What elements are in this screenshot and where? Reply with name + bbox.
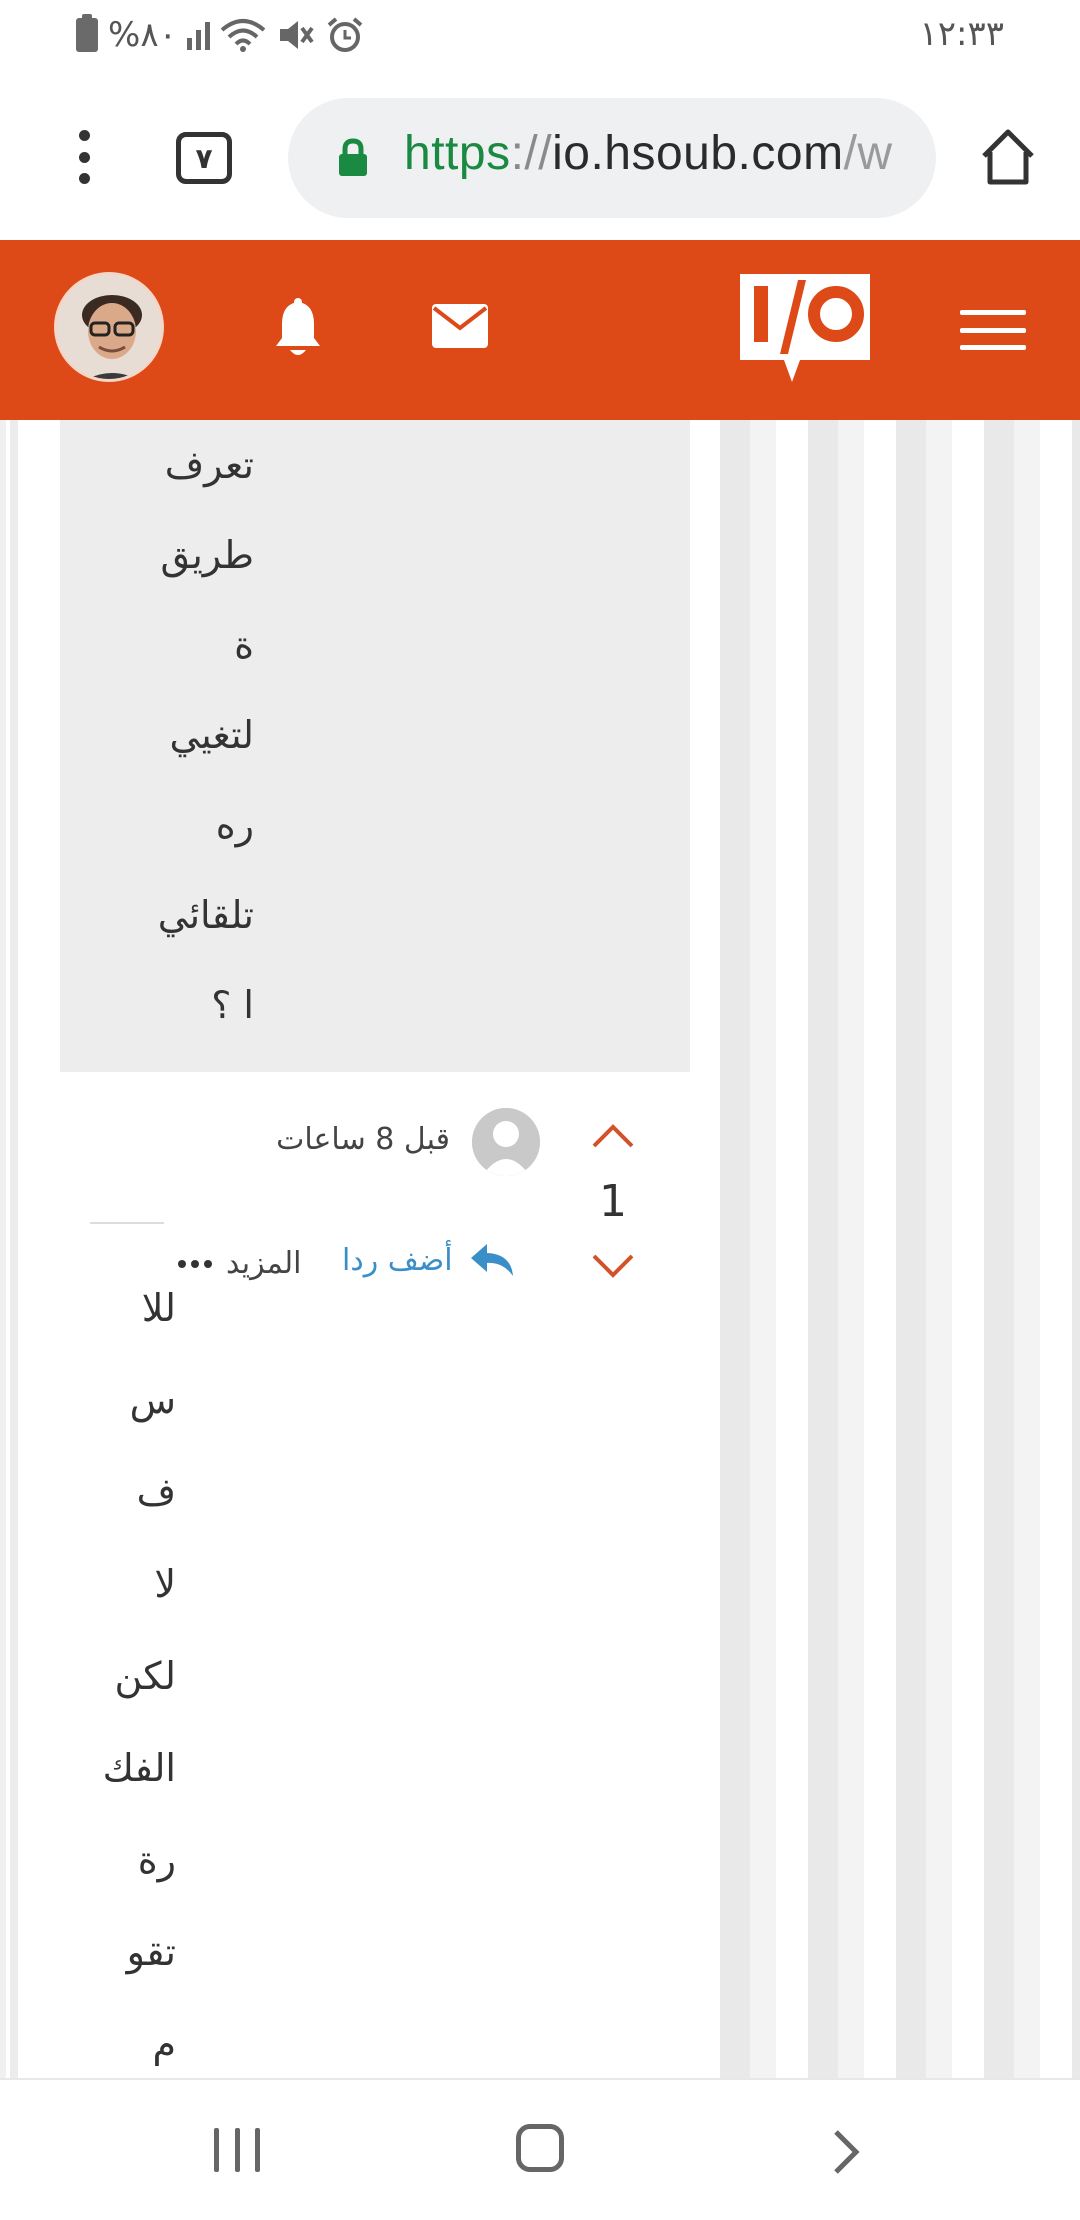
commenter-avatar[interactable]	[472, 1108, 540, 1176]
thread-indent-stripes	[700, 420, 1080, 2078]
browser-toolbar: ٧ https://io.hsoub.com/w	[0, 70, 1080, 240]
previous-comment-word: ة	[234, 623, 254, 667]
divider	[90, 1222, 164, 1224]
url-separator: ://	[510, 127, 553, 180]
reply-button[interactable]: أضف ردا	[342, 1242, 515, 1278]
signal-icon	[186, 20, 210, 50]
clock: ١٢:٣٣	[919, 14, 1004, 54]
vote-count: 1	[599, 1176, 627, 1227]
previous-comment-word: ا ؟	[211, 983, 254, 1027]
status-bar: %٨٠ ١٢:٣٣	[0, 0, 1080, 70]
battery-percentage: %٨٠	[108, 15, 177, 55]
thread-indent-rule	[0, 420, 18, 2078]
alarm-icon	[327, 17, 363, 52]
reply-label: أضف ردا	[342, 1242, 453, 1278]
previous-comment: تعرف طريق ة لتغيي ره تلقائي ا ؟	[60, 420, 690, 1072]
default-avatar-icon	[472, 1108, 540, 1176]
comment-text: للا س ف لا لكن الفك رة تقو م	[66, 1262, 176, 2078]
battery-icon	[76, 14, 98, 52]
system-nav-bar	[0, 2078, 1080, 2220]
lock-icon	[339, 138, 367, 176]
mute-icon	[279, 21, 314, 49]
kebab-menu-icon[interactable]	[70, 130, 98, 184]
previous-comment-text: تعرف طريق ة لتغيي ره تلقائي ا ؟	[114, 420, 254, 1050]
comment-word: رة	[137, 1838, 176, 1882]
more-label: المزيد	[226, 1246, 302, 1281]
recents-icon[interactable]	[214, 2128, 260, 2172]
address-bar[interactable]: https://io.hsoub.com/w	[288, 98, 936, 218]
comment-word: الفك	[102, 1746, 176, 1790]
user-photo	[57, 275, 161, 379]
previous-comment-word: تلقائي	[157, 893, 254, 937]
comment-word: س	[129, 1378, 176, 1422]
site-header	[0, 240, 1080, 420]
page-content: تعرف طريق ة لتغيي ره تلقائي ا ؟ 1 قبل 8 …	[0, 420, 1080, 2078]
wifi-icon	[220, 19, 266, 52]
status-icons: %٨٠	[76, 14, 364, 56]
bell-icon[interactable]	[270, 298, 326, 362]
reply-arrow-icon	[470, 1244, 513, 1276]
previous-comment-word: تعرف	[164, 443, 254, 487]
chevron-down-icon[interactable]	[590, 1252, 636, 1280]
url-path: /w	[843, 127, 893, 180]
comment-card: 1 قبل 8 ساعات أضف ردا المزيد للا س ف لا …	[60, 1072, 690, 2078]
comment-word: ف	[136, 1470, 176, 1514]
back-icon[interactable]	[826, 2128, 866, 2176]
more-button[interactable]: المزيد	[178, 1246, 301, 1281]
comment-word: م	[152, 2022, 176, 2066]
chevron-up-icon[interactable]	[590, 1122, 636, 1150]
mail-icon[interactable]	[432, 304, 488, 348]
url-text: https://io.hsoub.com/w	[404, 126, 893, 181]
tab-switcher-button[interactable]: ٧	[176, 132, 232, 184]
comment-word: تقو	[126, 1930, 176, 1974]
previous-comment-word: طريق	[160, 533, 254, 577]
site-logo[interactable]	[740, 274, 870, 384]
previous-comment-word: لتغيي	[169, 713, 254, 757]
home-icon[interactable]	[980, 128, 1036, 186]
home-button-icon[interactable]	[516, 2124, 564, 2172]
url-scheme: https	[404, 127, 511, 180]
comment-timestamp: قبل 8 ساعات	[276, 1122, 450, 1157]
comment-word: لكن	[114, 1654, 177, 1698]
url-host: io.hsoub.com	[552, 127, 844, 180]
hamburger-icon[interactable]	[960, 310, 1026, 350]
comment-word: للا	[141, 1286, 176, 1330]
comment-word: لا	[154, 1562, 176, 1606]
user-avatar[interactable]	[54, 272, 164, 382]
previous-comment-word: ره	[215, 803, 254, 847]
more-dots-icon	[178, 1259, 212, 1268]
